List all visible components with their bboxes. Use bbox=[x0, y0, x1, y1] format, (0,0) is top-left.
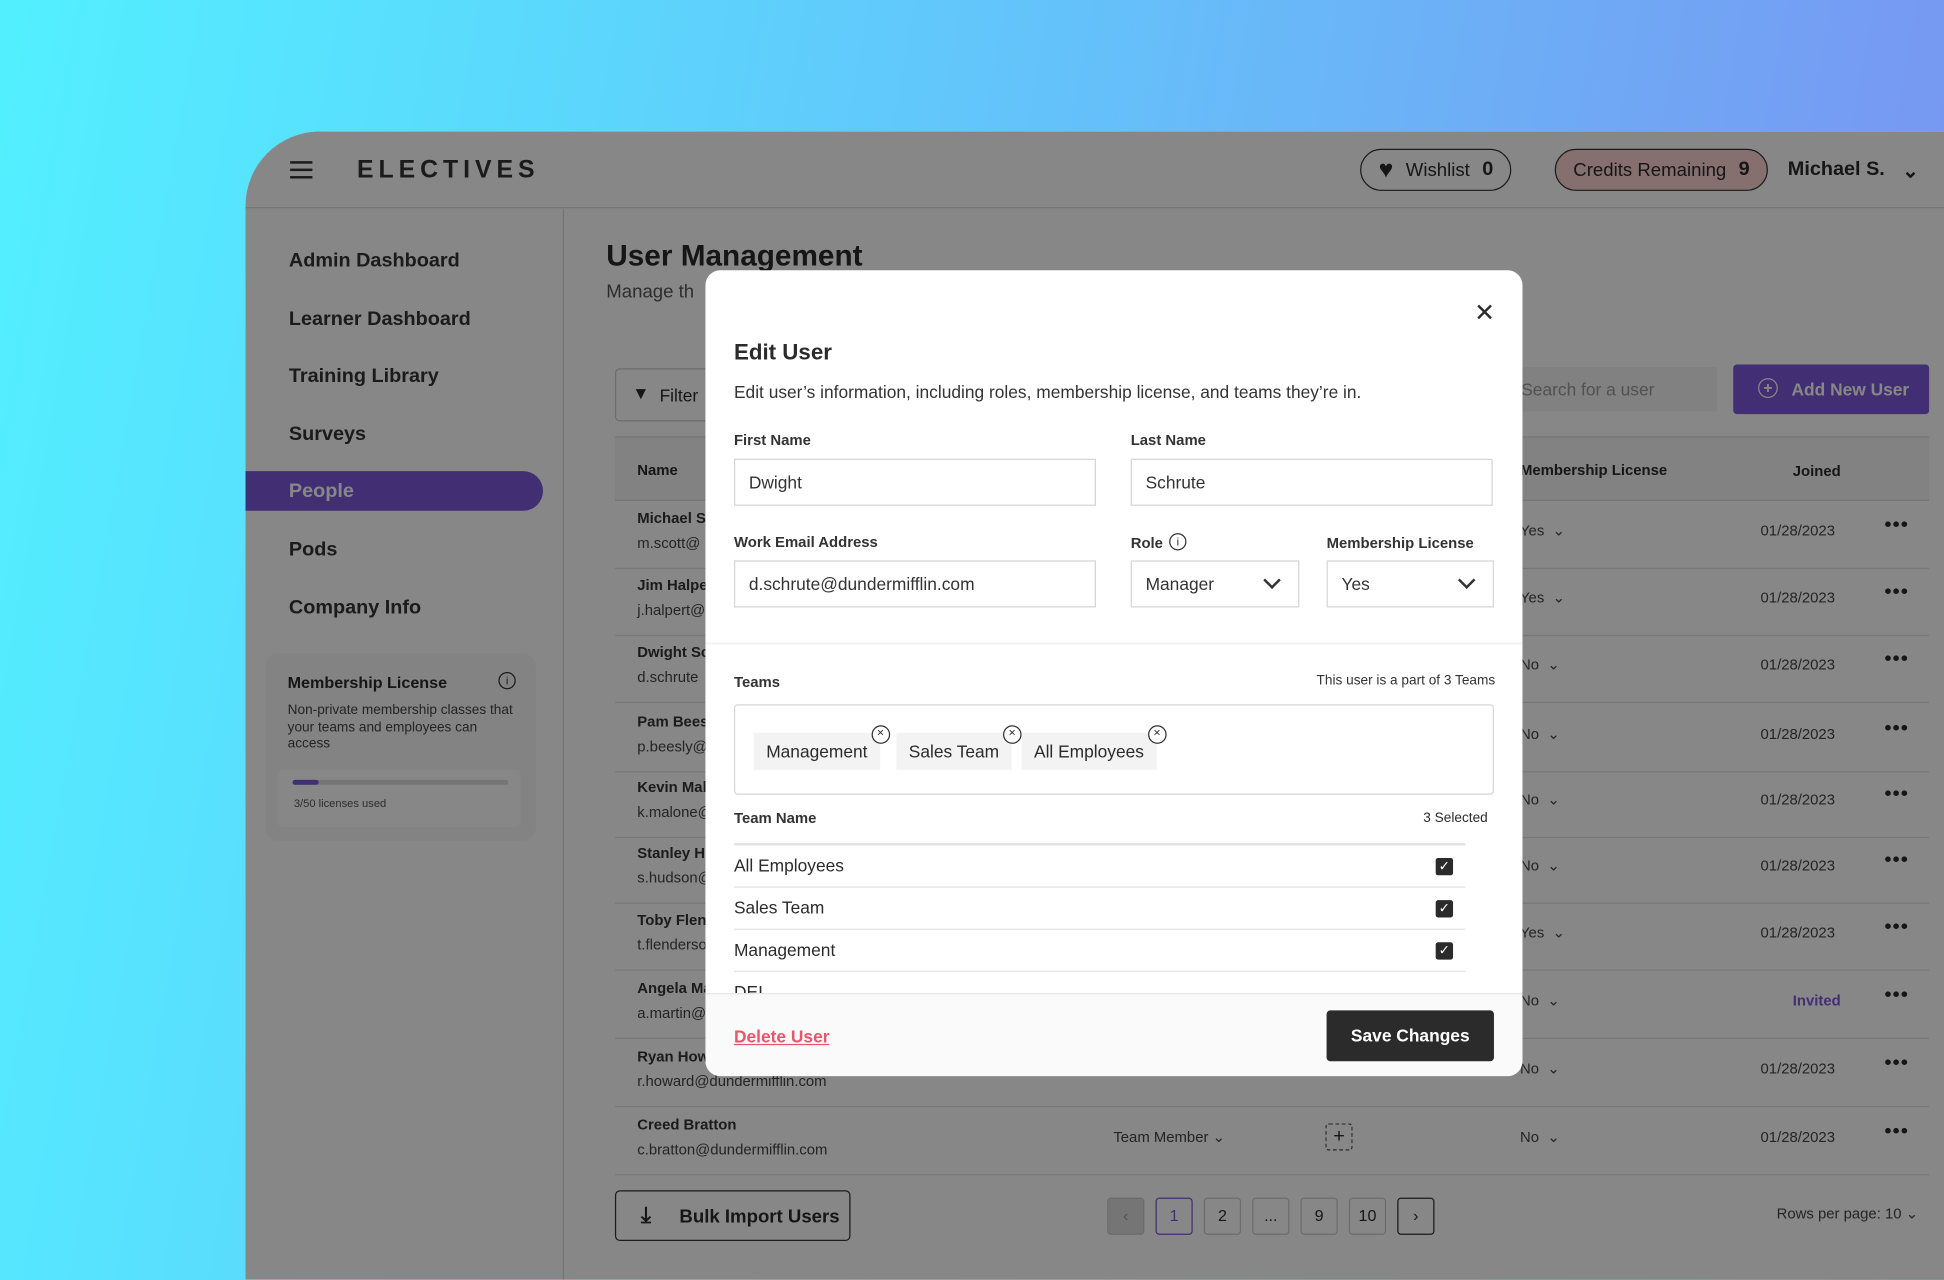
team-tag: Sales Team × bbox=[896, 725, 1022, 770]
close-icon[interactable]: ✕ bbox=[1474, 298, 1495, 329]
team-name: All Employees bbox=[733, 855, 844, 876]
team-name-header: Team Name bbox=[733, 809, 817, 827]
team-name: Sales Team bbox=[733, 897, 825, 918]
role-select[interactable]: Manager bbox=[1130, 560, 1300, 608]
checkbox-checked[interactable]: ✓ bbox=[1435, 900, 1454, 918]
teams-count-text: This user is a part of 3 Teams bbox=[1316, 673, 1496, 689]
tag-label: All Employees bbox=[1033, 741, 1144, 762]
first-name-input[interactable]: Dwight bbox=[733, 458, 1096, 506]
teams-label: Teams bbox=[733, 673, 781, 691]
modal-title: Edit User bbox=[733, 339, 832, 365]
team-tag: All Employees × bbox=[1021, 725, 1167, 770]
team-row[interactable]: Management ✓ bbox=[733, 930, 1466, 973]
role-label: Role bbox=[1130, 534, 1163, 552]
remove-tag-icon[interactable]: × bbox=[871, 725, 890, 744]
last-name-label: Last Name bbox=[1130, 431, 1206, 449]
info-icon[interactable]: i bbox=[1169, 533, 1187, 551]
checkbox-checked[interactable]: ✓ bbox=[1435, 857, 1454, 876]
delete-user-link[interactable]: Delete User bbox=[734, 1027, 830, 1047]
teams-tag-input[interactable]: Management × Sales Team × All Employees × bbox=[733, 704, 1494, 795]
team-name: Management bbox=[733, 939, 836, 960]
license-value: Yes bbox=[1341, 574, 1370, 594]
team-tag: Management × bbox=[753, 725, 890, 770]
license-select[interactable]: Yes bbox=[1326, 560, 1494, 608]
team-row[interactable]: All Employees ✓ bbox=[733, 846, 1466, 888]
last-name-input[interactable]: Schrute bbox=[1130, 458, 1493, 506]
save-changes-button[interactable]: Save Changes bbox=[1326, 1010, 1494, 1062]
tag-label: Management bbox=[766, 741, 868, 762]
first-name-label: First Name bbox=[733, 431, 811, 449]
email-input[interactable]: d.schrute@dundermifflin.com bbox=[733, 560, 1096, 608]
edit-user-modal: ✕ Edit User Edit user’s information, inc… bbox=[705, 270, 1523, 1077]
role-value: Manager bbox=[1145, 574, 1215, 594]
remove-tag-icon[interactable]: × bbox=[1002, 725, 1022, 744]
tag-label: Sales Team bbox=[908, 741, 1000, 762]
modal-footer: Delete User Save Changes bbox=[705, 993, 1523, 1077]
license-label: Membership License bbox=[1326, 534, 1474, 552]
email-label: Work Email Address bbox=[733, 533, 878, 551]
team-row[interactable]: Sales Team ✓ bbox=[733, 888, 1466, 930]
modal-description: Edit user’s information, including roles… bbox=[733, 381, 1362, 402]
checkbox-checked[interactable]: ✓ bbox=[1435, 942, 1454, 960]
selected-count: 3 Selected bbox=[1423, 810, 1488, 826]
remove-tag-icon[interactable]: × bbox=[1147, 725, 1167, 744]
divider bbox=[705, 642, 1523, 645]
